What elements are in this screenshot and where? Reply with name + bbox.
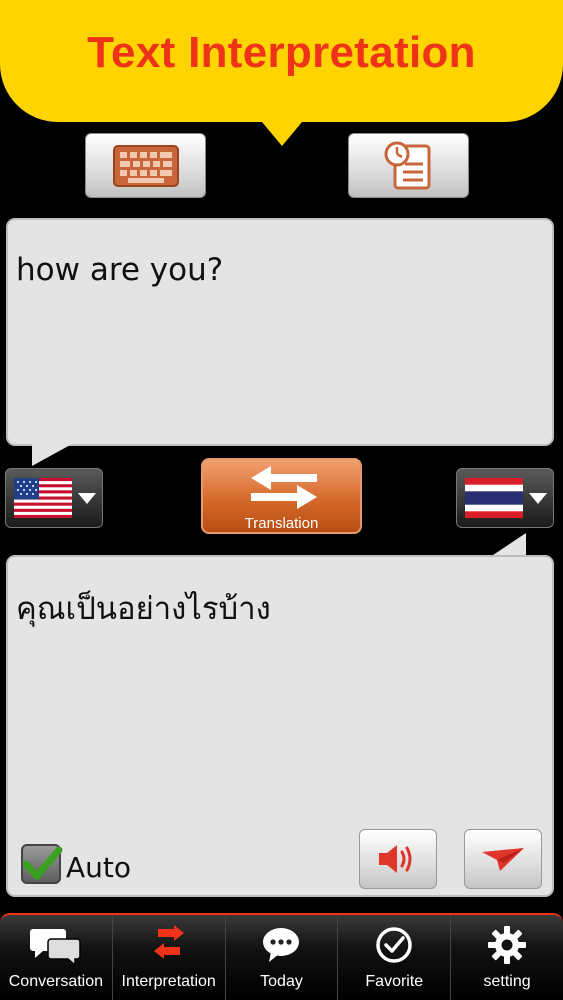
header-banner: Text Interpretation xyxy=(0,0,563,122)
speak-button[interactable] xyxy=(359,829,437,889)
gear-icon xyxy=(488,926,527,964)
source-text-panel[interactable]: how are you? xyxy=(6,218,554,446)
target-text-panel: คุณเป็นอย่างไรบ้าง Auto xyxy=(6,555,554,897)
target-language-button[interactable] xyxy=(456,468,554,528)
send-button[interactable] xyxy=(464,829,542,889)
translated-text: คุณเป็นอย่างไรบ้าง xyxy=(16,591,271,627)
keyboard-button[interactable] xyxy=(85,133,206,198)
speaker-icon xyxy=(379,845,412,873)
source-text[interactable]: how are you? xyxy=(16,252,223,288)
chat-bubbles-icon xyxy=(29,929,81,965)
us-flag-icon xyxy=(14,478,72,518)
source-panel-tail xyxy=(32,444,72,466)
tab-setting[interactable]: setting xyxy=(451,915,563,1000)
translation-button[interactable]: Translation xyxy=(201,458,362,534)
auto-label: Auto xyxy=(66,851,132,884)
source-language-button[interactable] xyxy=(5,468,103,528)
keyboard-icon xyxy=(112,144,179,187)
speech-bubble-icon xyxy=(263,928,300,962)
banner-tail xyxy=(252,110,312,146)
clock-notes-icon xyxy=(384,141,430,189)
auto-checkbox[interactable] xyxy=(21,844,63,884)
page-title: Text Interpretation xyxy=(87,28,476,77)
dropdown-caret-icon xyxy=(529,492,547,504)
tab-conversation-label: Conversation xyxy=(8,973,104,990)
tab-interpretation[interactable]: Interpretation xyxy=(113,915,226,1000)
paper-plane-icon xyxy=(482,848,524,871)
dropdown-caret-icon xyxy=(78,492,96,504)
target-panel-tail xyxy=(490,533,526,557)
thailand-flag-icon xyxy=(465,478,523,518)
checkmark-icon xyxy=(22,846,63,880)
swap-arrows-icon xyxy=(251,466,317,509)
tab-setting-label: setting xyxy=(483,973,531,990)
check-circle-icon xyxy=(376,927,413,963)
tab-interpretation-label: Interpretation xyxy=(121,973,216,990)
tab-conversation[interactable]: Conversation xyxy=(0,915,113,1000)
swap-arrows-icon xyxy=(153,925,184,959)
tab-favorite[interactable]: Favorite xyxy=(338,915,452,1000)
tab-today-label: Today xyxy=(260,973,303,990)
translation-label: Translation xyxy=(244,515,319,532)
tab-today[interactable]: Today xyxy=(226,915,339,1000)
tab-favorite-label: Favorite xyxy=(365,973,424,990)
bottom-tab-bar: Conversation Interpretation Today Favori… xyxy=(0,913,563,1000)
history-button[interactable] xyxy=(348,133,469,198)
